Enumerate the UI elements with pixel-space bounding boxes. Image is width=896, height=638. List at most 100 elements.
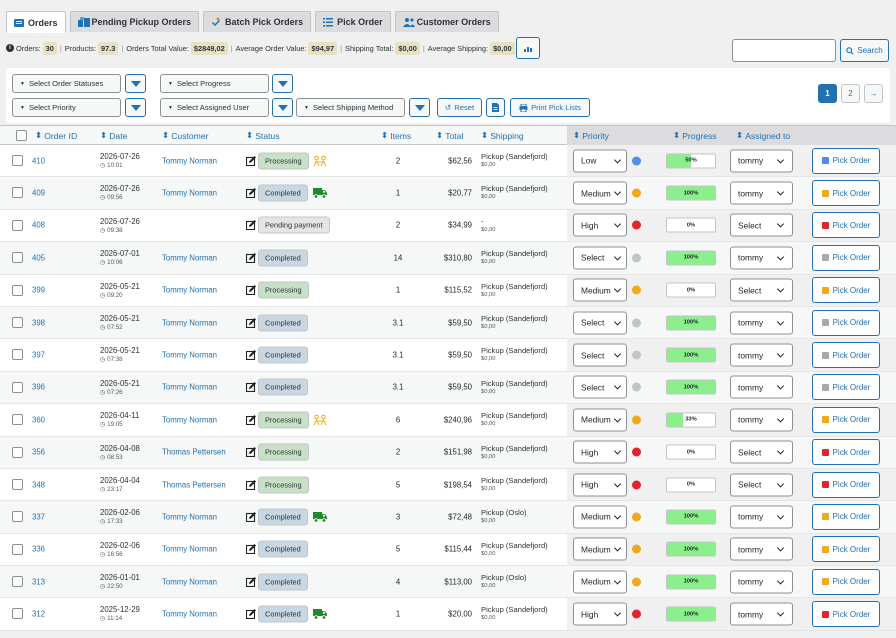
stats-chart-button[interactable] bbox=[516, 37, 540, 59]
pick-order-button[interactable]: Pick Order bbox=[812, 277, 880, 304]
row-checkbox[interactable] bbox=[12, 446, 23, 458]
column-progress[interactable]: ⬍ Progress bbox=[673, 130, 717, 141]
customer-link[interactable]: Tommy Norman bbox=[162, 351, 217, 360]
column-items[interactable]: ⬍ Items bbox=[381, 130, 411, 141]
row-checkbox[interactable] bbox=[12, 252, 23, 264]
edit-icon[interactable] bbox=[246, 544, 256, 555]
column-status[interactable]: ⬍ Status bbox=[246, 130, 280, 141]
priority-dropdown[interactable]: Medium bbox=[573, 408, 627, 432]
page-1-button[interactable]: 1 bbox=[818, 84, 837, 103]
edit-icon[interactable] bbox=[246, 447, 256, 458]
assigned-user-dropdown[interactable]: tommy bbox=[730, 181, 793, 205]
customer-link[interactable]: Tommy Norman bbox=[162, 318, 217, 327]
assigned-user-dropdown[interactable]: Select bbox=[730, 278, 793, 302]
customer-link[interactable]: Tommy Norman bbox=[162, 512, 217, 521]
assigned-user-dropdown[interactable]: tommy bbox=[730, 570, 793, 594]
order-status-select[interactable]: ▼ Select Order Statuses bbox=[12, 74, 121, 93]
customer-link[interactable]: Tommy Norman bbox=[162, 610, 217, 619]
customer-link[interactable]: Thomas Pettersen bbox=[162, 480, 226, 489]
row-checkbox[interactable] bbox=[12, 543, 23, 555]
priority-dropdown[interactable]: Medium bbox=[573, 537, 627, 561]
edit-icon[interactable] bbox=[246, 350, 256, 361]
order-id-link[interactable]: 396 bbox=[32, 383, 45, 392]
pick-order-button[interactable]: Pick Order bbox=[812, 374, 880, 401]
row-checkbox[interactable] bbox=[12, 284, 23, 296]
edit-icon[interactable] bbox=[246, 414, 256, 425]
tab-pick-order[interactable]: Pick Order bbox=[315, 11, 391, 32]
priority-dropdown[interactable]: High bbox=[573, 440, 627, 464]
priority-dropdown[interactable]: Select bbox=[573, 343, 627, 367]
page-2-button[interactable]: 2 bbox=[841, 84, 860, 103]
order-id-link[interactable]: 360 bbox=[32, 415, 45, 424]
order-id-link[interactable]: 356 bbox=[32, 448, 45, 457]
edit-icon[interactable] bbox=[246, 252, 256, 263]
assigned-user-dropdown[interactable]: tommy bbox=[730, 602, 793, 626]
priority-dropdown[interactable]: Medium bbox=[573, 505, 627, 529]
pick-order-button[interactable]: Pick Order bbox=[812, 536, 880, 563]
pick-order-button[interactable]: Pick Order bbox=[812, 244, 880, 271]
edit-icon[interactable] bbox=[246, 576, 256, 587]
filter-user-button[interactable] bbox=[272, 98, 293, 117]
order-id-link[interactable]: 337 bbox=[32, 512, 45, 521]
edit-icon[interactable] bbox=[246, 188, 256, 199]
order-id-link[interactable]: 336 bbox=[32, 545, 45, 554]
pick-order-button[interactable]: Pick Order bbox=[812, 568, 880, 595]
order-id-link[interactable]: 410 bbox=[32, 156, 45, 165]
row-checkbox[interactable] bbox=[12, 219, 23, 231]
pick-order-button[interactable]: Pick Order bbox=[812, 471, 880, 498]
column-order-id[interactable]: ⬍ Order ID bbox=[35, 130, 77, 141]
assigned-user-dropdown[interactable]: tommy bbox=[730, 537, 793, 561]
edit-icon[interactable] bbox=[246, 511, 256, 522]
search-input[interactable] bbox=[732, 39, 836, 62]
tab-customer-orders[interactable]: Customer Orders bbox=[394, 11, 499, 32]
order-id-link[interactable]: 399 bbox=[32, 286, 45, 295]
search-button[interactable]: Search bbox=[840, 39, 889, 62]
filter-priority-button[interactable] bbox=[125, 98, 146, 117]
export-button[interactable] bbox=[486, 98, 505, 117]
customer-link[interactable]: Tommy Norman bbox=[162, 189, 217, 198]
priority-dropdown[interactable]: Medium bbox=[573, 278, 627, 302]
customer-link[interactable]: Thomas Pettersen bbox=[162, 448, 226, 457]
pick-order-button[interactable]: Pick Order bbox=[812, 147, 880, 174]
reset-button[interactable]: ↺ Reset bbox=[437, 98, 482, 117]
print-pick-lists-button[interactable]: Print Pick Lists bbox=[510, 98, 590, 117]
customer-link[interactable]: Tommy Norman bbox=[162, 253, 217, 262]
pick-order-button[interactable]: Pick Order bbox=[812, 406, 880, 433]
column-total[interactable]: ⬍ Total bbox=[436, 130, 463, 141]
tab-orders[interactable]: Orders bbox=[6, 11, 66, 33]
order-id-link[interactable]: 405 bbox=[32, 253, 45, 262]
pick-order-button[interactable]: Pick Order bbox=[812, 180, 880, 207]
priority-dropdown[interactable]: Medium bbox=[573, 570, 627, 594]
assigned-user-dropdown[interactable]: tommy bbox=[730, 149, 793, 173]
customer-link[interactable]: Tommy Norman bbox=[162, 286, 217, 295]
assigned-user-dropdown[interactable]: Select bbox=[730, 213, 793, 237]
order-id-link[interactable]: 312 bbox=[32, 610, 45, 619]
progress-select[interactable]: ▼ Select Progress bbox=[160, 74, 269, 93]
assigned-user-dropdown[interactable]: tommy bbox=[730, 246, 793, 270]
order-id-link[interactable]: 408 bbox=[32, 221, 45, 230]
pick-order-button[interactable]: Pick Order bbox=[812, 439, 880, 466]
row-checkbox[interactable] bbox=[12, 414, 23, 426]
column-assigned-to[interactable]: ⬍ Assigned to bbox=[736, 130, 790, 141]
filter-status-button[interactable] bbox=[125, 74, 146, 93]
order-id-link[interactable]: 313 bbox=[32, 577, 45, 586]
priority-dropdown[interactable]: Medium bbox=[573, 181, 627, 205]
assigned-user-dropdown[interactable]: tommy bbox=[730, 505, 793, 529]
column-priority[interactable]: ⬍ Priority bbox=[573, 130, 609, 141]
assigned-user-dropdown[interactable]: tommy bbox=[730, 311, 793, 335]
filter-shipping-button[interactable] bbox=[409, 98, 430, 117]
column-customer[interactable]: ⬍ Customer bbox=[162, 130, 208, 141]
priority-dropdown[interactable]: High bbox=[573, 213, 627, 237]
priority-select[interactable]: ▼ Select Priority bbox=[12, 98, 121, 117]
priority-dropdown[interactable]: High bbox=[573, 602, 627, 626]
column-shipping[interactable]: ⬍ Shipping bbox=[481, 130, 524, 141]
edit-icon[interactable] bbox=[246, 609, 256, 620]
tab-pending-pickup-orders[interactable]: Pending Pickup Orders bbox=[69, 11, 200, 32]
order-id-link[interactable]: 398 bbox=[32, 318, 45, 327]
order-id-link[interactable]: 409 bbox=[32, 189, 45, 198]
assigned-user-dropdown[interactable]: Select bbox=[730, 473, 793, 497]
edit-icon[interactable] bbox=[246, 317, 256, 328]
row-checkbox[interactable] bbox=[12, 478, 23, 490]
row-checkbox[interactable] bbox=[12, 155, 23, 166]
priority-dropdown[interactable]: High bbox=[573, 473, 627, 497]
